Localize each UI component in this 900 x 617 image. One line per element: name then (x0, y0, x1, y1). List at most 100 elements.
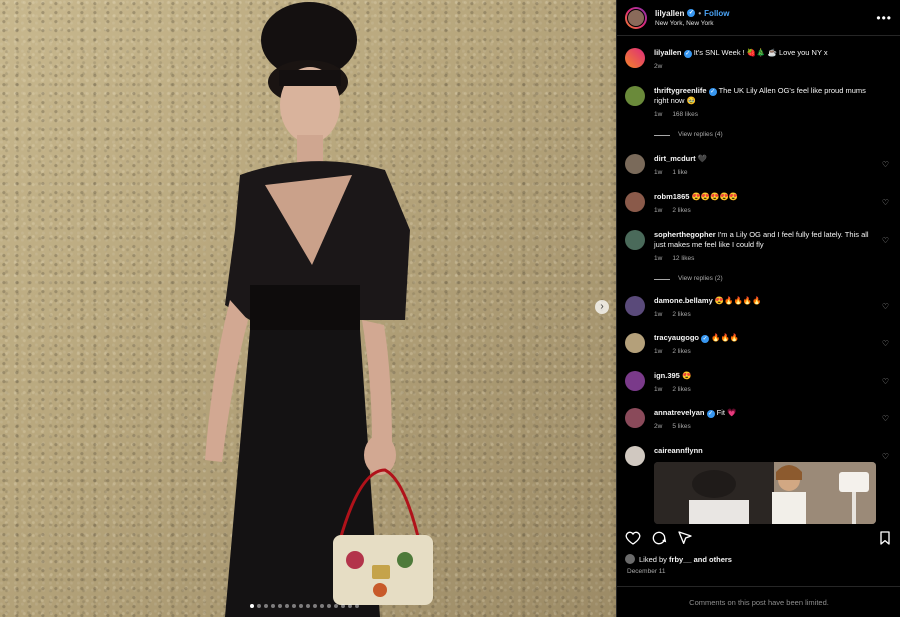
comment-username[interactable]: ign.395 (654, 371, 680, 380)
comment-text: 😍😍😍😍😍 (691, 192, 739, 201)
post-location[interactable]: New York, New York (655, 20, 876, 27)
commenter-avatar[interactable] (625, 371, 645, 391)
comment-likes[interactable]: 168 likes (672, 110, 698, 120)
comment-username[interactable]: tracyaugogo (654, 333, 699, 342)
like-comment-heart-icon[interactable]: ♡ (882, 339, 889, 348)
comment-time: 1w (654, 311, 663, 318)
view-replies-label: View replies (2) (678, 275, 723, 282)
liked-by-user[interactable]: frby__ (669, 555, 692, 564)
commenter-avatar[interactable] (625, 446, 645, 466)
verified-icon: ✓ (683, 50, 692, 58)
carousel-dot (299, 604, 303, 608)
like-comment-heart-icon[interactable]: ♡ (882, 236, 889, 245)
view-replies-button[interactable]: View replies (2) (654, 274, 879, 284)
carousel-dot (250, 604, 254, 608)
more-options-icon[interactable]: ••• (876, 11, 892, 25)
commenter-avatar[interactable] (625, 86, 645, 106)
like-comment-heart-icon[interactable]: ♡ (882, 452, 889, 461)
commenter-avatar[interactable] (625, 333, 645, 353)
author-avatar-small[interactable] (625, 48, 645, 68)
commenter-avatar[interactable] (625, 230, 645, 250)
replies-line (654, 134, 670, 136)
carousel-dot (355, 604, 359, 608)
carousel-dot (348, 604, 352, 608)
carousel-dot (306, 604, 310, 608)
carousel-dot (292, 604, 296, 608)
comment-username[interactable]: robm1865 (654, 192, 689, 201)
caption-username[interactable]: lilyallen (654, 48, 682, 57)
comment-likes[interactable]: 1 like (672, 168, 687, 178)
view-replies-label: View replies (4) (678, 131, 723, 138)
caption-text: It's SNL Week ! 🍓🎄 ☕ Love you NY x (693, 48, 828, 57)
liked-by-prefix: Liked by (639, 554, 667, 564)
carousel-dot (341, 604, 345, 608)
share-send-icon[interactable] (677, 530, 693, 546)
post-detail-panel: lilyallen ✓ • Follow New York, New York … (616, 0, 900, 617)
comment-item: caireannflynn ♡ (625, 446, 893, 524)
comment-username[interactable]: caireannflynn (654, 446, 703, 455)
comment-item: tracyaugogo ✓ 🔥🔥🔥 1w 2 likes ♡ (625, 333, 893, 357)
commenter-avatar[interactable] (625, 192, 645, 212)
comment-likes[interactable]: 2 likes (672, 385, 690, 395)
liked-by-suffix[interactable]: and others (694, 555, 732, 564)
comment-text: Fit 💗 (716, 408, 737, 417)
comment-username[interactable]: damone.bellamy (654, 296, 713, 305)
carousel-dot (271, 604, 275, 608)
comment-username[interactable]: dirt_mcdurt (654, 154, 696, 163)
commenter-avatar[interactable] (625, 408, 645, 428)
comment-likes[interactable]: 2 likes (672, 310, 690, 320)
comment-time: 1w (654, 207, 663, 214)
comment-item: damone.bellamy 😍🔥🔥🔥🔥 1w 2 likes ♡ (625, 296, 893, 320)
carousel-dot (320, 604, 324, 608)
liked-by-row[interactable]: Liked by frby__ and others (625, 554, 732, 564)
verified-icon: ✓ (708, 88, 717, 96)
comment-likes[interactable]: 2 likes (672, 347, 690, 357)
comment-time: 1w (654, 169, 663, 176)
comment-likes[interactable]: 2 likes (672, 206, 690, 216)
comment-text: 😍 (681, 371, 692, 380)
like-comment-heart-icon[interactable]: ♡ (882, 160, 889, 169)
comment-gif[interactable] (654, 462, 876, 524)
separator-dot: • (698, 8, 702, 18)
comment-likes[interactable]: 12 likes (672, 254, 694, 264)
like-comment-heart-icon[interactable]: ♡ (882, 198, 889, 207)
comment-text: 🖤 (697, 154, 708, 163)
comment-username[interactable]: thriftygreenlife (654, 86, 707, 95)
like-comment-heart-icon[interactable]: ♡ (882, 377, 889, 386)
comment-text: 😍🔥🔥🔥🔥 (714, 296, 762, 305)
comment-item: thriftygreenlife ✓ The UK Lily Allen OG'… (625, 86, 893, 140)
comment-bubble-icon[interactable] (651, 530, 667, 546)
commenter-avatar[interactable] (625, 296, 645, 316)
carousel-dot (334, 604, 338, 608)
post-image[interactable]: › (0, 0, 616, 617)
caption: lilyallen ✓ It's SNL Week ! 🍓🎄 ☕ Love yo… (625, 48, 893, 72)
save-bookmark-icon[interactable] (877, 530, 893, 546)
carousel-dots (250, 604, 359, 608)
post-date[interactable]: December 11 (627, 568, 666, 575)
comment-username[interactable]: sopherthegopher (654, 230, 716, 239)
like-comment-heart-icon[interactable]: ♡ (882, 302, 889, 311)
author-avatar[interactable] (625, 6, 647, 29)
author-username[interactable]: lilyallen (655, 9, 684, 18)
comment-username[interactable]: annatrevelyan (654, 408, 704, 417)
comment-text: 🔥🔥🔥 (711, 333, 740, 342)
view-replies-button[interactable]: View replies (4) (654, 130, 879, 140)
carousel-dot (285, 604, 289, 608)
carousel-dot (327, 604, 331, 608)
comment-item: sopherthegopher I'm a Lily OG and I feel… (625, 230, 893, 284)
verified-icon: ✓ (687, 9, 696, 17)
caption-time: 2w (654, 63, 663, 70)
carousel-dot (264, 604, 268, 608)
carousel-dot (313, 604, 317, 608)
follow-button[interactable]: Follow (704, 9, 729, 18)
like-comment-heart-icon[interactable]: ♡ (882, 414, 889, 423)
carousel-dot (257, 604, 261, 608)
photo-figure (205, 2, 433, 617)
comment-likes[interactable]: 5 likes (672, 422, 690, 432)
next-image-button[interactable]: › (595, 300, 609, 314)
comments-list[interactable]: lilyallen ✓ It's SNL Week ! 🍓🎄 ☕ Love yo… (617, 44, 900, 524)
comments-limited-note: Comments on this post have been limited. (617, 586, 900, 607)
like-heart-icon[interactable] (625, 530, 641, 546)
post-action-bar (625, 528, 893, 548)
commenter-avatar[interactable] (625, 154, 645, 174)
